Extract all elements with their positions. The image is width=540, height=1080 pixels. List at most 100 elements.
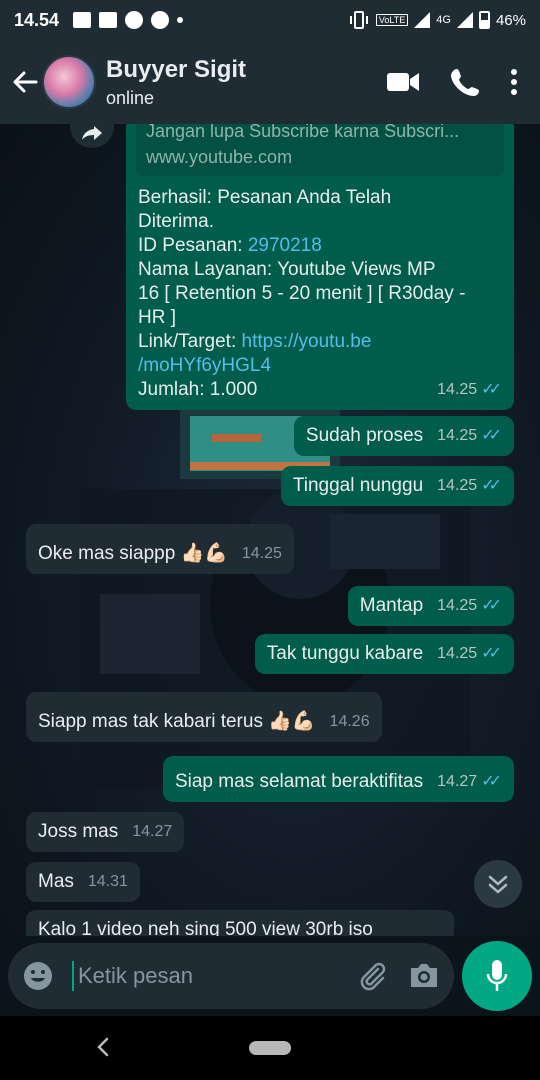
message-meta: 14.26 (330, 700, 370, 734)
chat-header: Buyyer Sigit online (0, 40, 540, 124)
message-row: Siap mas selamat beraktifitas 14.27 ✓✓ (175, 764, 502, 794)
message-bubble-in[interactable]: Kalo 1 video neh sing 500 view 30rb iso (26, 910, 454, 936)
volte-icon: VoLTE (375, 14, 409, 26)
status-bar: 14.54 VoLTE 4G 46% (0, 0, 540, 40)
message-meta: 14.25 ✓✓ (437, 594, 502, 618)
message-text: Tinggal nunggu (292, 475, 424, 496)
double-check-icon: ✓✓ (481, 645, 502, 662)
url-link[interactable]: https://youtu.be (242, 331, 372, 352)
input-bar: Ketik pesan (0, 936, 540, 1016)
message-bubble-in[interactable]: Oke mas siappp 👍🏻💪🏻 14.25 (26, 524, 294, 574)
message-placeholder[interactable]: Ketik pesan (72, 961, 338, 991)
order-label: ID Pesanan: (138, 235, 248, 256)
message-row: Siapp mas tak kabari terus 👍🏻💪🏻 14.26 (38, 700, 370, 734)
camera-icon[interactable] (408, 962, 440, 990)
notification-icons (73, 11, 184, 29)
contact-info[interactable]: Buyyer Sigit online (106, 56, 246, 109)
message-text: Tak tunggu kabare (266, 643, 424, 664)
message-time: 14.27 (132, 823, 173, 840)
battery-percent: 46% (495, 11, 526, 29)
message-bubble-in[interactable]: Mas 14.31 (26, 862, 140, 902)
message-row: Sudah proses 14.25 ✓✓ (306, 424, 502, 448)
chat-area[interactable]: Jangan lupa Subscribe karna Subscri... w… (0, 124, 540, 936)
avatar[interactable] (42, 55, 96, 109)
message-text: Siap mas selamat beraktifitas (174, 771, 424, 792)
message-line: Berhasil: Pesanan Anda Telah (138, 187, 392, 208)
status-time: 14.54 (14, 9, 60, 30)
message-meta: 14.27 (132, 820, 172, 844)
link-label: Link/Target: (138, 331, 242, 352)
message-time: 14.25 (437, 427, 478, 444)
network-type: 4G (436, 14, 451, 26)
message-bubble-in[interactable]: Siapp mas tak kabari terus 👍🏻💪🏻 14.26 (26, 692, 382, 742)
signal-icon (414, 12, 431, 28)
battery-icon (478, 11, 490, 29)
message-text: Joss mas (38, 821, 119, 842)
emoji-icon[interactable] (22, 960, 54, 992)
message-bubble-out[interactable]: Jangan lupa Subscribe karna Subscri... w… (126, 124, 514, 410)
contact-name: Buyyer Sigit (106, 55, 247, 83)
message-text: Mas (38, 871, 74, 892)
message-bubble-out[interactable]: Siap mas selamat beraktifitas 14.27 ✓✓ (162, 756, 514, 802)
message-time: 14.25 (437, 381, 478, 398)
message-meta: 14.25 ✓✓ (437, 642, 502, 666)
link-preview-domain: www.youtube.com (146, 147, 293, 167)
system-icons: VoLTE 4G 46% (348, 11, 526, 29)
message-line: HR ] (138, 307, 176, 328)
message-input[interactable]: Ketik pesan (8, 943, 455, 1009)
message-bubble-in[interactable]: Joss mas 14.27 (26, 812, 185, 852)
message-row: Mantap 14.25 ✓✓ (360, 594, 502, 618)
whatsapp-icon (151, 11, 170, 29)
more-vert-icon[interactable] (510, 68, 518, 96)
double-check-icon: ✓✓ (481, 477, 502, 494)
facebook-icon (125, 11, 144, 29)
message-meta: 14.31 (88, 870, 128, 894)
system-nav-bar (0, 1016, 540, 1080)
header-actions (386, 67, 530, 97)
message-row: Mas 14.31 (38, 870, 128, 894)
message-meta: 14.25 ✓✓ (437, 474, 502, 498)
message-bubble-out[interactable]: Mantap 14.25 ✓✓ (347, 586, 514, 626)
message-row: Tak tunggu kabare 14.25 ✓✓ (267, 642, 502, 666)
order-id-line: ID Pesanan: 2970218 (138, 234, 502, 258)
message-time: 14.25 (437, 645, 478, 662)
link-line: Link/Target: https://youtu.be (138, 330, 502, 354)
message-time: 14.25 (437, 477, 478, 494)
amount-row: Jumlah: 1.000 14.25 ✓✓ (138, 378, 502, 402)
message-row: Tinggal nunggu 14.25 ✓✓ (293, 474, 502, 498)
attach-icon[interactable] (358, 961, 388, 991)
message-bubble-out[interactable]: Tak tunggu kabare 14.25 ✓✓ (254, 634, 514, 674)
message-text: Kalo 1 video neh sing 500 view 30rb iso (38, 919, 373, 936)
message-meta: 14.25 ✓✓ (437, 424, 502, 448)
voice-call-icon[interactable] (450, 67, 480, 97)
url-link-cont[interactable]: /moHYf6yHGL4 (138, 355, 271, 376)
order-id-link[interactable]: 2970218 (248, 235, 322, 256)
signal-icon-2 (456, 12, 473, 28)
scroll-down-button[interactable] (474, 860, 522, 908)
gallery-icon (73, 12, 92, 28)
back-arrow-icon[interactable] (10, 67, 40, 97)
message-time: 14.26 (329, 713, 370, 730)
message-time: 14.25 (437, 597, 478, 614)
message-text: Siapp mas tak kabari terus 👍🏻💪🏻 (38, 711, 316, 732)
link-preview[interactable]: Jangan lupa Subscribe karna Subscri... w… (136, 124, 504, 176)
nav-back-icon[interactable] (96, 1036, 110, 1058)
message-text: Berhasil: Pesanan Anda Telah Diterima. I… (138, 186, 502, 402)
message-meta: 14.27 ✓✓ (437, 770, 502, 794)
message-bubble-out[interactable]: Sudah proses 14.25 ✓✓ (293, 416, 514, 456)
link-preview-title: Jangan lupa Subscribe karna Subscri... (146, 124, 460, 141)
vibrate-icon (349, 11, 368, 29)
nav-home-pill[interactable] (249, 1041, 291, 1055)
dot-icon (177, 17, 184, 23)
message-row: Joss mas 14.27 (38, 820, 172, 844)
mic-button[interactable] (462, 941, 532, 1011)
message-text: Sudah proses (305, 425, 424, 446)
message-text: Oke mas siappp 👍🏻💪🏻 (38, 543, 228, 564)
double-check-icon: ✓✓ (481, 381, 502, 398)
message-meta: 14.25 (242, 532, 282, 566)
message-bubble-out[interactable]: Tinggal nunggu 14.25 ✓✓ (280, 466, 514, 506)
message-line: 16 [ Retention 5 - 20 menit ] [ R30day - (138, 283, 466, 304)
message-time: 14.31 (87, 873, 128, 890)
video-call-icon[interactable] (386, 70, 420, 94)
message-line: Nama Layanan: Youtube Views MP (138, 259, 436, 280)
